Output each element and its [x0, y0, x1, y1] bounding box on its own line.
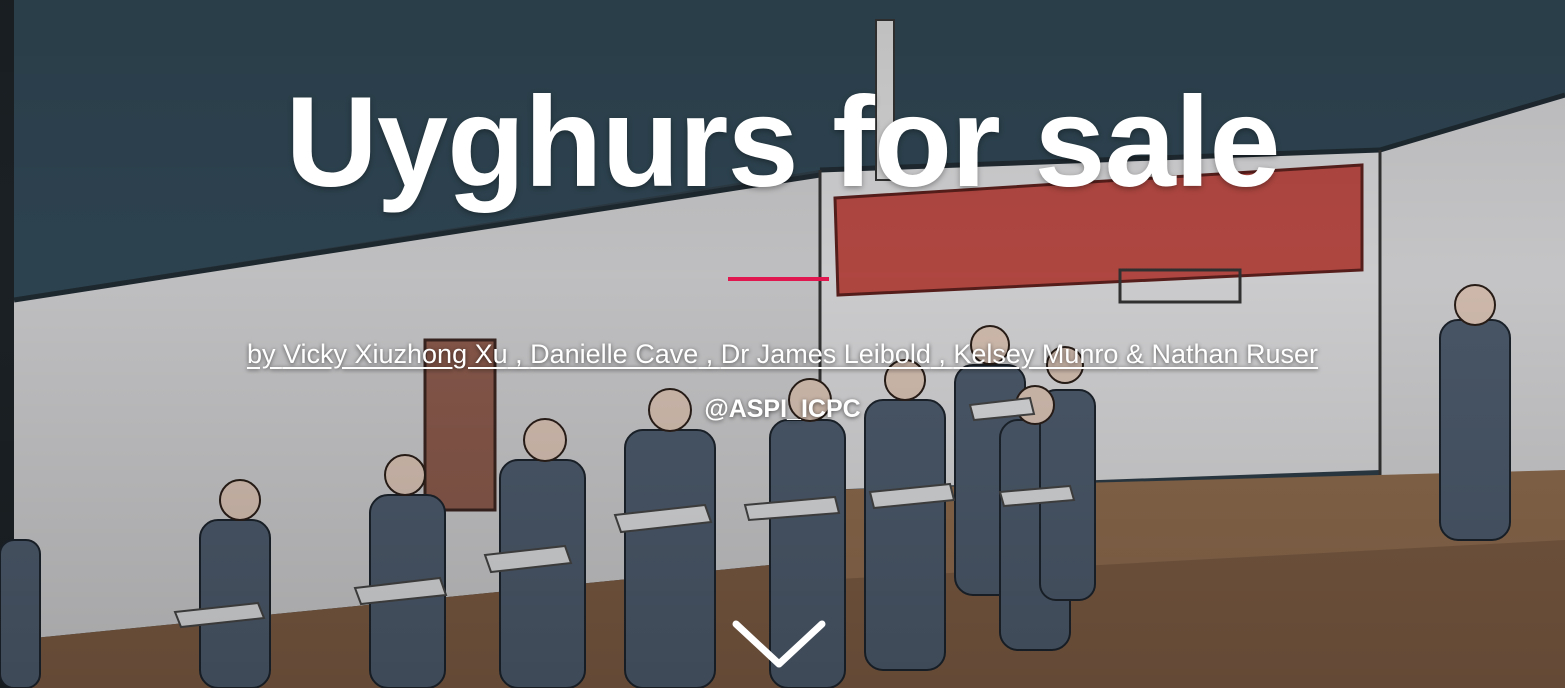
author-link-kelsey-munro[interactable]: Kelsey Munro: [953, 339, 1118, 369]
author-link-danielle-cave[interactable]: Danielle Cave: [530, 339, 698, 369]
title-divider: [728, 277, 829, 281]
author-separator[interactable]: ,: [931, 339, 954, 369]
chevron-down-icon[interactable]: [730, 616, 828, 672]
hero-section: Uyghurs for sale by Vicky Xiuzhong Xu , …: [0, 0, 1565, 688]
author-link[interactable]: by: [247, 339, 283, 369]
author-link-james-leibold[interactable]: Dr James Leibold: [721, 339, 931, 369]
author-separator[interactable]: &: [1118, 339, 1151, 369]
author-link-nathan-ruser[interactable]: Nathan Ruser: [1151, 339, 1318, 369]
page-title: Uyghurs for sale: [285, 71, 1280, 214]
author-link-vicky-xiuzhong-xu[interactable]: Vicky Xiuzhong Xu: [283, 339, 508, 369]
twitter-handle: @ASPI_ICPC: [704, 395, 861, 423]
byline: by Vicky Xiuzhong Xu , Danielle Cave , D…: [0, 334, 1565, 374]
author-separator[interactable]: ,: [698, 339, 721, 369]
author-separator[interactable]: ,: [508, 339, 531, 369]
